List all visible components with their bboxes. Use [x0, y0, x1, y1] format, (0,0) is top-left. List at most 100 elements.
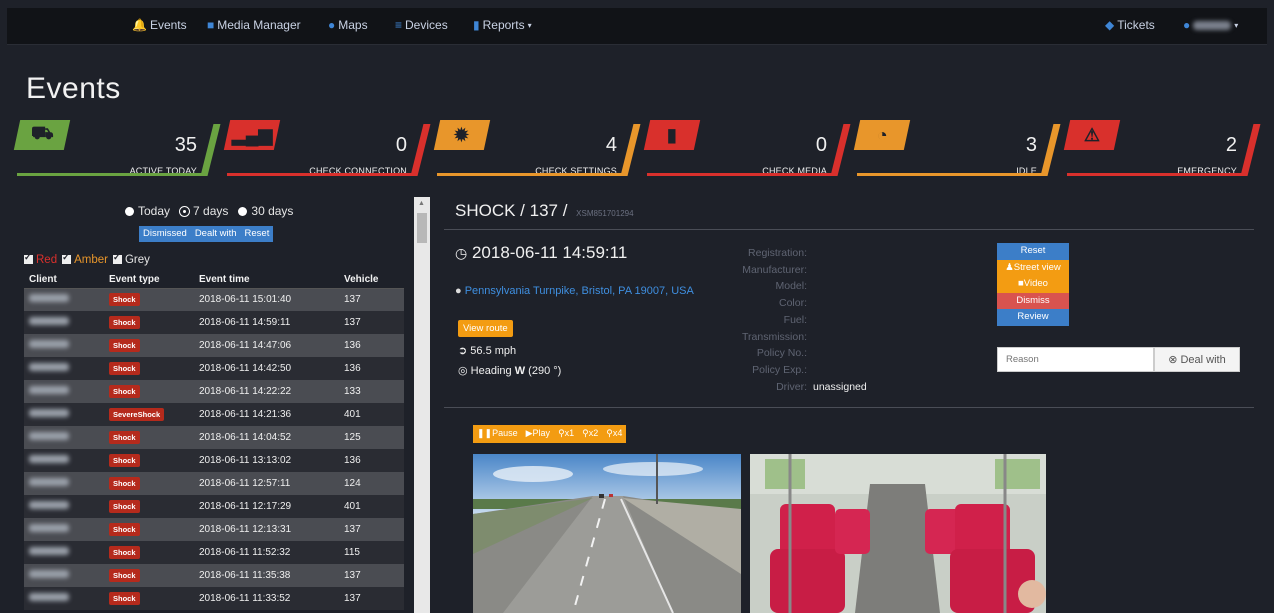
nav-devices[interactable]: ≡ Devices	[395, 18, 448, 32]
speed-x4-button[interactable]: ⚲x4	[602, 425, 626, 443]
status-card-check-connection[interactable]: ▂▄▆ 0 CHECK CONNECTION	[223, 120, 431, 176]
status-card-check-settings[interactable]: ✹ 4 CHECK SETTINGS	[433, 120, 641, 176]
filter-red[interactable]: Red	[24, 252, 57, 266]
play-button[interactable]: ▶Play	[522, 425, 554, 443]
scroll-up-arrow-icon[interactable]: ▲	[418, 200, 425, 207]
severity-filters: Red Amber Grey	[24, 252, 150, 266]
nav-reports[interactable]: ▮ Reports ▾	[473, 18, 532, 32]
caret-down-icon: ▾	[527, 20, 532, 30]
table-row[interactable]: Shock 2018-06-11 11:35:38 137	[24, 564, 404, 587]
video-camera-icon: ■	[207, 18, 215, 32]
header-event-time[interactable]: Event time	[194, 272, 339, 289]
event-type-badge: Shock	[109, 362, 140, 375]
cell-event-time: 2018-06-11 12:17:29	[194, 495, 339, 518]
pause-button[interactable]: ❚❚Pause	[473, 425, 522, 443]
user-menu[interactable]: ● ▾	[1183, 18, 1238, 32]
cell-vehicle: 137	[339, 587, 404, 610]
status-card-slash	[830, 124, 851, 176]
range-today[interactable]: Today	[125, 204, 170, 218]
detail-value	[807, 295, 813, 312]
bell-icon: 🔔	[132, 18, 147, 32]
status-card-emergency[interactable]: ⚠ 2 EMERGENCY	[1063, 120, 1261, 176]
scrollbar-track[interactable]	[414, 197, 430, 613]
table-row[interactable]: Shock 2018-06-11 11:33:52 137	[24, 587, 404, 610]
detail-value	[807, 245, 813, 262]
table-row[interactable]: Shock 2018-06-11 15:01:40 137	[24, 288, 404, 311]
status-card-count: 4	[605, 134, 617, 156]
table-row[interactable]: Shock 2018-06-11 11:52:32 115	[24, 541, 404, 564]
detail-key: Manufacturer:	[742, 263, 807, 276]
event-address[interactable]: ● Pennsylvania Turnpike, Bristol, PA 190…	[455, 283, 705, 299]
detail-key: Policy Exp.:	[752, 363, 807, 376]
reset-button[interactable]: Reset	[997, 243, 1069, 260]
cabin-camera-view[interactable]	[750, 454, 1046, 613]
cell-event-time: 2018-06-11 14:59:11	[194, 311, 339, 334]
scrollbar-thumb[interactable]	[417, 213, 427, 243]
table-row[interactable]: Shock 2018-06-11 14:47:06 136	[24, 334, 404, 357]
cell-client	[24, 357, 104, 380]
filter-amber[interactable]: Amber	[62, 252, 108, 266]
cell-event-type: Shock	[104, 311, 194, 334]
client-name-redacted	[29, 363, 69, 371]
street-view-button[interactable]: ♟Street view	[997, 259, 1069, 276]
detail-key: Model:	[775, 280, 807, 293]
nav-maps[interactable]: ● Maps	[328, 18, 368, 32]
status-card-idle[interactable]: ◔ 3 IDLE	[853, 120, 1061, 176]
nav-media-manager[interactable]: ■ Media Manager	[207, 18, 301, 32]
cell-event-time: 2018-06-11 11:33:52	[194, 587, 339, 610]
reason-input[interactable]	[997, 347, 1154, 372]
cell-event-time: 2018-06-11 15:01:40	[194, 288, 339, 311]
range-30-days[interactable]: 30 days	[238, 204, 293, 218]
speed-x1-button[interactable]: ⚲x1	[554, 425, 578, 443]
status-card-active-today[interactable]: ⛟ 35 ACTIVE TODAY	[13, 120, 221, 176]
checkbox-icon	[62, 252, 72, 264]
table-row[interactable]: Shock 2018-06-11 12:57:11 124	[24, 472, 404, 495]
device-id: XSM851701294	[576, 209, 634, 218]
dealt-with-button[interactable]: Dealt with	[191, 226, 241, 242]
detail-row: Registration:	[697, 245, 897, 262]
table-row[interactable]: Shock 2018-06-11 14:42:50 136	[24, 357, 404, 380]
table-row[interactable]: SevereShock 2018-06-11 14:21:36 401	[24, 403, 404, 426]
header-vehicle[interactable]: Vehicle	[339, 272, 404, 289]
table-row[interactable]: Shock 2018-06-11 14:59:11 137	[24, 311, 404, 334]
detail-row: Policy Exp.:	[697, 362, 897, 379]
status-card-check-media[interactable]: ▮ 0 CHECK MEDIA	[643, 120, 851, 176]
cell-vehicle: 137	[339, 518, 404, 541]
table-row[interactable]: Shock 2018-06-11 14:04:52 125	[24, 426, 404, 449]
page-title: Events	[26, 72, 121, 105]
cell-event-type: Shock	[104, 564, 194, 587]
table-row[interactable]: Shock 2018-06-11 13:13:02 136	[24, 449, 404, 472]
header-event-type[interactable]: Event type	[104, 272, 194, 289]
range-7-days[interactable]: 7 days	[179, 204, 228, 218]
client-name-redacted	[29, 524, 69, 532]
header-client[interactable]: Client	[24, 272, 104, 289]
reset-filter-button[interactable]: Reset	[241, 226, 274, 242]
review-button[interactable]: Review	[997, 309, 1069, 326]
detail-value: unassigned	[813, 380, 867, 393]
cell-client	[24, 334, 104, 357]
status-card-underline	[857, 173, 1047, 176]
event-actions: Reset ♟Street view ■Video Dismiss Review	[997, 243, 1069, 326]
filter-grey[interactable]: Grey	[112, 252, 150, 266]
table-row[interactable]: Shock 2018-06-11 14:22:22 133	[24, 380, 404, 403]
cell-event-time: 2018-06-11 14:22:22	[194, 380, 339, 403]
compass-icon: ◎	[458, 365, 468, 377]
view-route-button[interactable]: View route	[458, 320, 513, 337]
nav-tickets[interactable]: ◆ Tickets	[1105, 18, 1155, 32]
dismiss-button[interactable]: Dismiss	[997, 292, 1069, 309]
cell-event-type: Shock	[104, 426, 194, 449]
road-camera-view[interactable]	[473, 454, 741, 613]
cell-event-type: Shock	[104, 541, 194, 564]
table-row[interactable]: Shock 2018-06-11 12:13:31 137	[24, 518, 404, 541]
table-row[interactable]: Shock 2018-06-11 12:17:29 401	[24, 495, 404, 518]
nav-events[interactable]: 🔔 Events	[132, 18, 187, 32]
dismissed-button[interactable]: Dismissed	[139, 226, 191, 242]
speed-x2-button[interactable]: ⚲x2	[578, 425, 602, 443]
event-type-badge: Shock	[109, 500, 140, 513]
status-card-slash	[620, 124, 641, 176]
cell-client	[24, 495, 104, 518]
cell-vehicle: 125	[339, 426, 404, 449]
detail-key: Fuel:	[783, 313, 807, 326]
deal-with-button[interactable]: ⊗ Deal with	[1154, 347, 1240, 372]
video-button[interactable]: ■Video	[997, 276, 1069, 293]
